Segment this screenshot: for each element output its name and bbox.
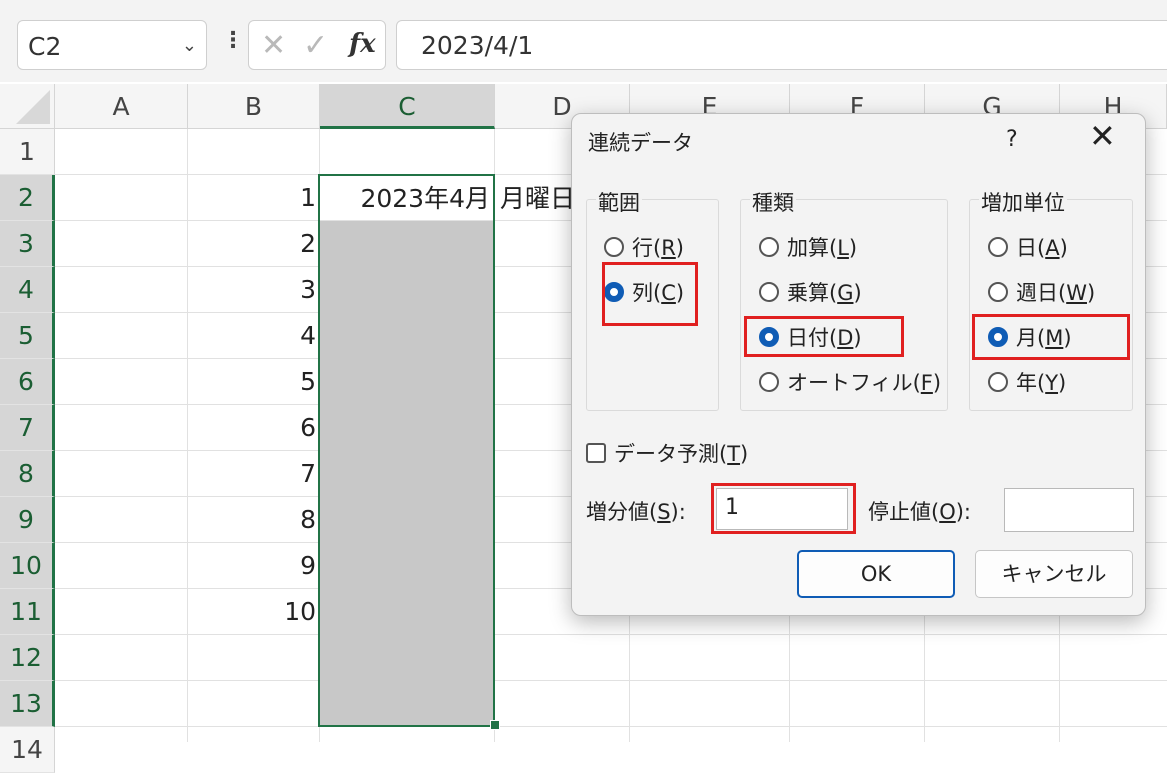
radio-row[interactable]: 行(R) (604, 232, 684, 262)
cell-c2[interactable]: 2023年4月 (322, 176, 490, 222)
formula-value: 2023/4/1 (421, 31, 534, 60)
radio-button[interactable] (759, 372, 779, 392)
row-header-3[interactable]: 3 (0, 221, 55, 267)
row-header-10[interactable]: 10 (0, 543, 55, 589)
help-icon[interactable]: ? (1006, 127, 1018, 152)
radio-label: 乗算(G) (787, 281, 862, 305)
row-header-2[interactable]: 2 (0, 175, 55, 221)
range-group-label: 範囲 (596, 187, 642, 217)
select-all-button[interactable] (0, 84, 55, 129)
radio-button[interactable] (759, 282, 779, 302)
radio-weekday[interactable]: 週日(W) (988, 277, 1095, 307)
cell-b6[interactable]: 5 (188, 359, 316, 405)
row-header-11[interactable]: 11 (0, 589, 55, 635)
cell-b11[interactable]: 10 (188, 589, 316, 635)
cell-b7[interactable]: 6 (188, 405, 316, 451)
stop-input[interactable] (1004, 488, 1134, 532)
radio-button[interactable] (988, 282, 1008, 302)
cancel-icon[interactable]: ✕ (261, 28, 286, 63)
dialog-title: 連続データ (588, 131, 693, 155)
row-header-9[interactable]: 9 (0, 497, 55, 543)
insert-function-icon[interactable]: fx (349, 29, 376, 59)
column-header-a[interactable]: A (55, 84, 188, 129)
cell-b3[interactable]: 2 (188, 221, 316, 267)
radio-label: 年(Y) (1016, 371, 1067, 395)
select-all-triangle (16, 90, 50, 124)
enter-icon[interactable]: ✓ (303, 28, 328, 63)
fill-handle[interactable] (490, 720, 500, 730)
radio-button[interactable] (604, 237, 624, 257)
radio-year[interactable]: 年(Y) (988, 367, 1066, 397)
formula-input[interactable]: 2023/4/1 (396, 20, 1167, 70)
radio-label: 週日(W) (1016, 281, 1096, 305)
highlight-box (744, 316, 904, 357)
highlight-box (972, 314, 1130, 360)
radio-label: 日(A) (1016, 236, 1068, 260)
row-header-5[interactable]: 5 (0, 313, 55, 359)
stop-label: 停止値(O): (868, 500, 972, 524)
cell-b10[interactable]: 9 (188, 543, 316, 589)
grid-line (55, 726, 1167, 727)
chevron-down-icon[interactable]: ⌄ (182, 35, 197, 56)
radio-linear[interactable]: 加算(L) (759, 232, 857, 262)
radio-button[interactable] (988, 372, 1008, 392)
radio-label: 行(R) (632, 236, 684, 260)
radio-button[interactable] (759, 237, 779, 257)
unit-group-label: 増加単位 (979, 187, 1067, 217)
highlight-box (602, 262, 698, 326)
name-box[interactable]: C2 ⌄ (17, 20, 207, 70)
column-header-c[interactable]: C (320, 84, 495, 129)
row-header-6[interactable]: 6 (0, 359, 55, 405)
selection-range[interactable] (318, 174, 495, 727)
radio-button[interactable] (988, 237, 1008, 257)
trend-checkbox[interactable]: データ予測(T) (586, 438, 748, 468)
column-header-b[interactable]: B (188, 84, 320, 129)
radio-growth[interactable]: 乗算(G) (759, 277, 862, 307)
vertical-dots-icon[interactable]: ⋮ (222, 30, 244, 52)
cell-b4[interactable]: 3 (188, 267, 316, 313)
radio-label: 加算(L) (787, 236, 858, 260)
cell-d2[interactable]: 月曜日 (500, 176, 580, 222)
row-header-1[interactable]: 1 (0, 129, 55, 175)
row-header-12[interactable]: 12 (0, 635, 55, 681)
formula-controls: ✕ ✓ fx (248, 20, 386, 70)
checkbox[interactable] (586, 443, 606, 463)
close-icon[interactable]: ✕ (1089, 120, 1116, 152)
cell-b2[interactable]: 1 (188, 175, 316, 221)
cell-b8[interactable]: 7 (188, 451, 316, 497)
grid-line (55, 680, 1167, 681)
row-header-8[interactable]: 8 (0, 451, 55, 497)
series-dialog: 連続データ ? ✕ 範囲 行(R) 列(C) 種類 加算(L) 乗算(G) 日付… (571, 113, 1146, 616)
row-header-4[interactable]: 4 (0, 267, 55, 313)
step-label: 増分値(S): (586, 500, 686, 524)
name-box-value: C2 (28, 32, 62, 61)
row-header-13[interactable]: 13 (0, 681, 55, 727)
radio-autofill[interactable]: オートフィル(F) (759, 367, 941, 397)
checkbox-label: データ予測(T) (614, 442, 749, 466)
cell-b9[interactable]: 8 (188, 497, 316, 543)
row-header-14[interactable]: 14 (0, 727, 55, 773)
type-group-label: 種類 (750, 187, 796, 217)
radio-day[interactable]: 日(A) (988, 232, 1068, 262)
ok-button[interactable]: OK (797, 550, 955, 598)
cancel-button[interactable]: キャンセル (975, 550, 1133, 598)
row-header-7[interactable]: 7 (0, 405, 55, 451)
cell-b5[interactable]: 4 (188, 313, 316, 359)
highlight-box (711, 483, 856, 534)
radio-label: オートフィル(F) (787, 371, 942, 395)
